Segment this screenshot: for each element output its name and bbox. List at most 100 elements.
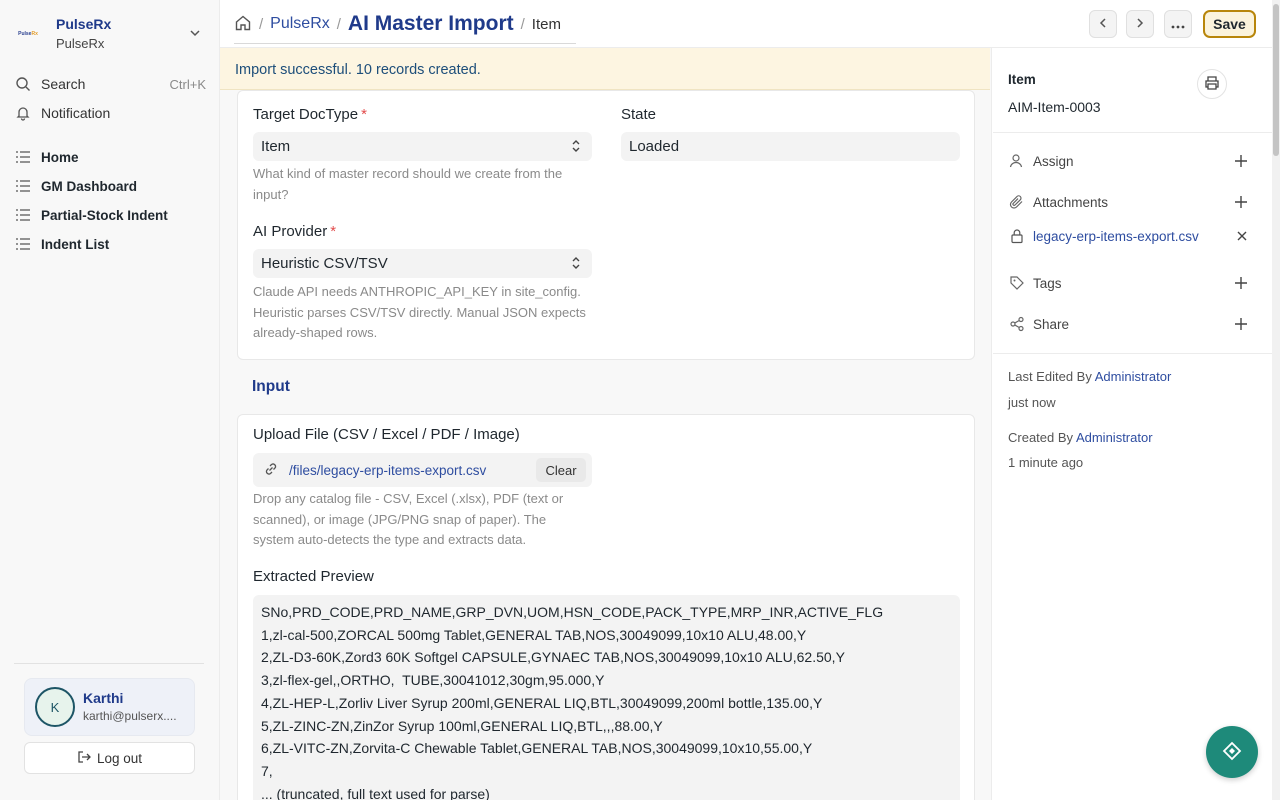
upload-file-field[interactable]: /files/legacy-erp-items-export.csv Clear bbox=[253, 453, 592, 487]
tag-icon bbox=[1008, 274, 1026, 292]
ai-provider-label: AI Provider * bbox=[253, 223, 336, 240]
state-field[interactable]: Loaded bbox=[621, 132, 960, 161]
ai-provider-help: Claude API needs ANTHROPIC_API_KEY in si… bbox=[253, 284, 586, 340]
upload-help: Drop any catalog file - CSV, Excel (.xls… bbox=[253, 491, 564, 547]
attachment-file-link[interactable]: legacy-erp-items-export.csv bbox=[1033, 229, 1199, 244]
logo-text-b: Rx bbox=[31, 31, 38, 37]
doctype-label: Item bbox=[1008, 72, 1036, 87]
target-doctype-label-text: Target DocType bbox=[253, 106, 359, 123]
tags-row[interactable]: Tags bbox=[1008, 272, 1248, 294]
workspace-switcher[interactable]: Pulse Rx PulseRx PulseRx bbox=[14, 14, 206, 54]
search-label: Search bbox=[41, 76, 86, 92]
target-doctype-select[interactable]: Item bbox=[253, 132, 592, 161]
logout-icon bbox=[77, 750, 97, 767]
plus-icon[interactable] bbox=[1234, 154, 1248, 168]
select-arrows-icon bbox=[572, 256, 580, 274]
ai-provider-value: Heuristic CSV/TSV bbox=[261, 255, 388, 272]
search-icon bbox=[14, 75, 32, 93]
uploaded-file-link[interactable]: /files/legacy-erp-items-export.csv bbox=[289, 463, 486, 478]
main-content: Import successful. 10 records created. T… bbox=[220, 48, 992, 800]
logo-text-a: Pulse bbox=[18, 31, 32, 37]
more-button[interactable] bbox=[1164, 10, 1192, 38]
input-card: Upload File (CSV / Excel / PDF / Image) … bbox=[237, 414, 975, 800]
created-prefix: Created By bbox=[1008, 430, 1074, 445]
sidebar-item-label: Partial-Stock Indent bbox=[41, 207, 168, 223]
sidebar-item-label: Home bbox=[41, 149, 79, 165]
logout-button[interactable]: Log out bbox=[24, 742, 195, 774]
attachment-item[interactable]: legacy-erp-items-export.csv bbox=[1008, 225, 1248, 247]
share-icon bbox=[1008, 315, 1026, 333]
list-icon bbox=[14, 177, 32, 195]
page-scrollbar[interactable] bbox=[1272, 0, 1280, 800]
home-icon[interactable] bbox=[234, 14, 252, 35]
ai-provider-select[interactable]: Heuristic CSV/TSV bbox=[253, 249, 592, 278]
avatar: K bbox=[35, 687, 75, 727]
chevron-down-icon[interactable] bbox=[188, 26, 202, 43]
preview-label: Extracted Preview bbox=[253, 568, 374, 585]
printer-icon bbox=[1204, 75, 1220, 94]
target-doctype-value: Item bbox=[261, 138, 291, 155]
sidebar-right: Item AIM-Item-0003 Assign Attachments le… bbox=[993, 48, 1272, 800]
assign-row[interactable]: Assign bbox=[1008, 150, 1248, 172]
user-card[interactable]: K Karthi karthi@pulserx.... bbox=[24, 678, 195, 736]
search-shortcut: Ctrl+K bbox=[169, 76, 206, 92]
next-button[interactable] bbox=[1126, 10, 1154, 38]
plus-icon[interactable] bbox=[1234, 195, 1248, 209]
breadcrumb: / PulseRx / AI Master Import / Item bbox=[234, 10, 576, 44]
input-section-title: Input bbox=[252, 378, 290, 395]
scrollbar-thumb[interactable] bbox=[1273, 4, 1279, 156]
select-arrows-icon bbox=[572, 139, 580, 157]
share-label: Share bbox=[1033, 316, 1070, 332]
lock-icon bbox=[1008, 227, 1026, 245]
plus-icon[interactable] bbox=[1234, 276, 1248, 290]
sidebar-item-gm-dashboard[interactable]: GM Dashboard bbox=[14, 173, 206, 199]
attachments-row[interactable]: Attachments bbox=[1008, 191, 1248, 213]
chevron-left-icon bbox=[1097, 16, 1109, 32]
sidebar-search[interactable]: Search Ctrl+K bbox=[14, 71, 206, 97]
upload-label: Upload File (CSV / Excel / PDF / Image) bbox=[253, 426, 520, 443]
panel-divider bbox=[993, 353, 1272, 354]
save-button[interactable]: Save bbox=[1203, 10, 1256, 38]
success-alert: Import successful. 10 records created. bbox=[220, 48, 990, 90]
state-label: State bbox=[621, 106, 657, 123]
sidebar-item-partial-stock-indent[interactable]: Partial-Stock Indent bbox=[14, 202, 206, 228]
attachments-label: Attachments bbox=[1033, 194, 1109, 210]
sidebar-divider bbox=[14, 663, 204, 664]
sidebar-notification[interactable]: Notification bbox=[14, 100, 206, 126]
assistant-fab-button[interactable] bbox=[1206, 726, 1258, 778]
workspace-subtitle: PulseRx bbox=[56, 36, 105, 51]
assign-label: Assign bbox=[1033, 153, 1074, 169]
clear-button[interactable]: Clear bbox=[536, 458, 586, 482]
created-by: Created By Administrator bbox=[1008, 430, 1153, 445]
print-button[interactable] bbox=[1197, 69, 1227, 99]
logout-label: Log out bbox=[96, 750, 143, 766]
last-edited-prefix: Last Edited By bbox=[1008, 369, 1092, 384]
paperclip-icon bbox=[1008, 193, 1026, 211]
required-mark: * bbox=[361, 106, 367, 123]
created-user-link[interactable]: Administrator bbox=[1076, 430, 1153, 445]
user-icon bbox=[1008, 152, 1026, 170]
share-row[interactable]: Share bbox=[1008, 313, 1248, 335]
target-doctype-label: Target DocType * bbox=[253, 106, 367, 123]
extracted-preview[interactable]: SNo,PRD_CODE,PRD_NAME,GRP_DVN,UOM,HSN_CO… bbox=[253, 595, 960, 800]
sidebar-item-home[interactable]: Home bbox=[14, 144, 206, 170]
last-edited-user-link[interactable]: Administrator bbox=[1095, 369, 1172, 384]
doc-name: AIM-Item-0003 bbox=[1008, 99, 1101, 115]
sidebar: Pulse Rx PulseRx PulseRx Search Ctrl+K No… bbox=[0, 0, 220, 800]
last-edited-by: Last Edited By Administrator bbox=[1008, 369, 1171, 384]
page-title[interactable]: AI Master Import bbox=[348, 12, 514, 36]
close-icon[interactable] bbox=[1236, 230, 1248, 242]
plus-icon[interactable] bbox=[1234, 317, 1248, 331]
breadcrumb-separator: / bbox=[520, 15, 525, 33]
breadcrumb-root-link[interactable]: PulseRx bbox=[270, 15, 330, 33]
required-mark: * bbox=[330, 223, 337, 240]
panel-divider bbox=[993, 132, 1272, 133]
prev-button[interactable] bbox=[1089, 10, 1117, 38]
workspace-title: PulseRx bbox=[56, 16, 112, 32]
settings-card: Target DocType * Item What kind of master… bbox=[237, 90, 975, 360]
sidebar-item-indent-list[interactable]: Indent List bbox=[14, 231, 206, 257]
chevron-right-icon bbox=[1134, 16, 1146, 32]
notification-label: Notification bbox=[41, 105, 111, 121]
link-icon bbox=[263, 461, 279, 480]
last-edited-time: just now bbox=[1008, 395, 1056, 410]
